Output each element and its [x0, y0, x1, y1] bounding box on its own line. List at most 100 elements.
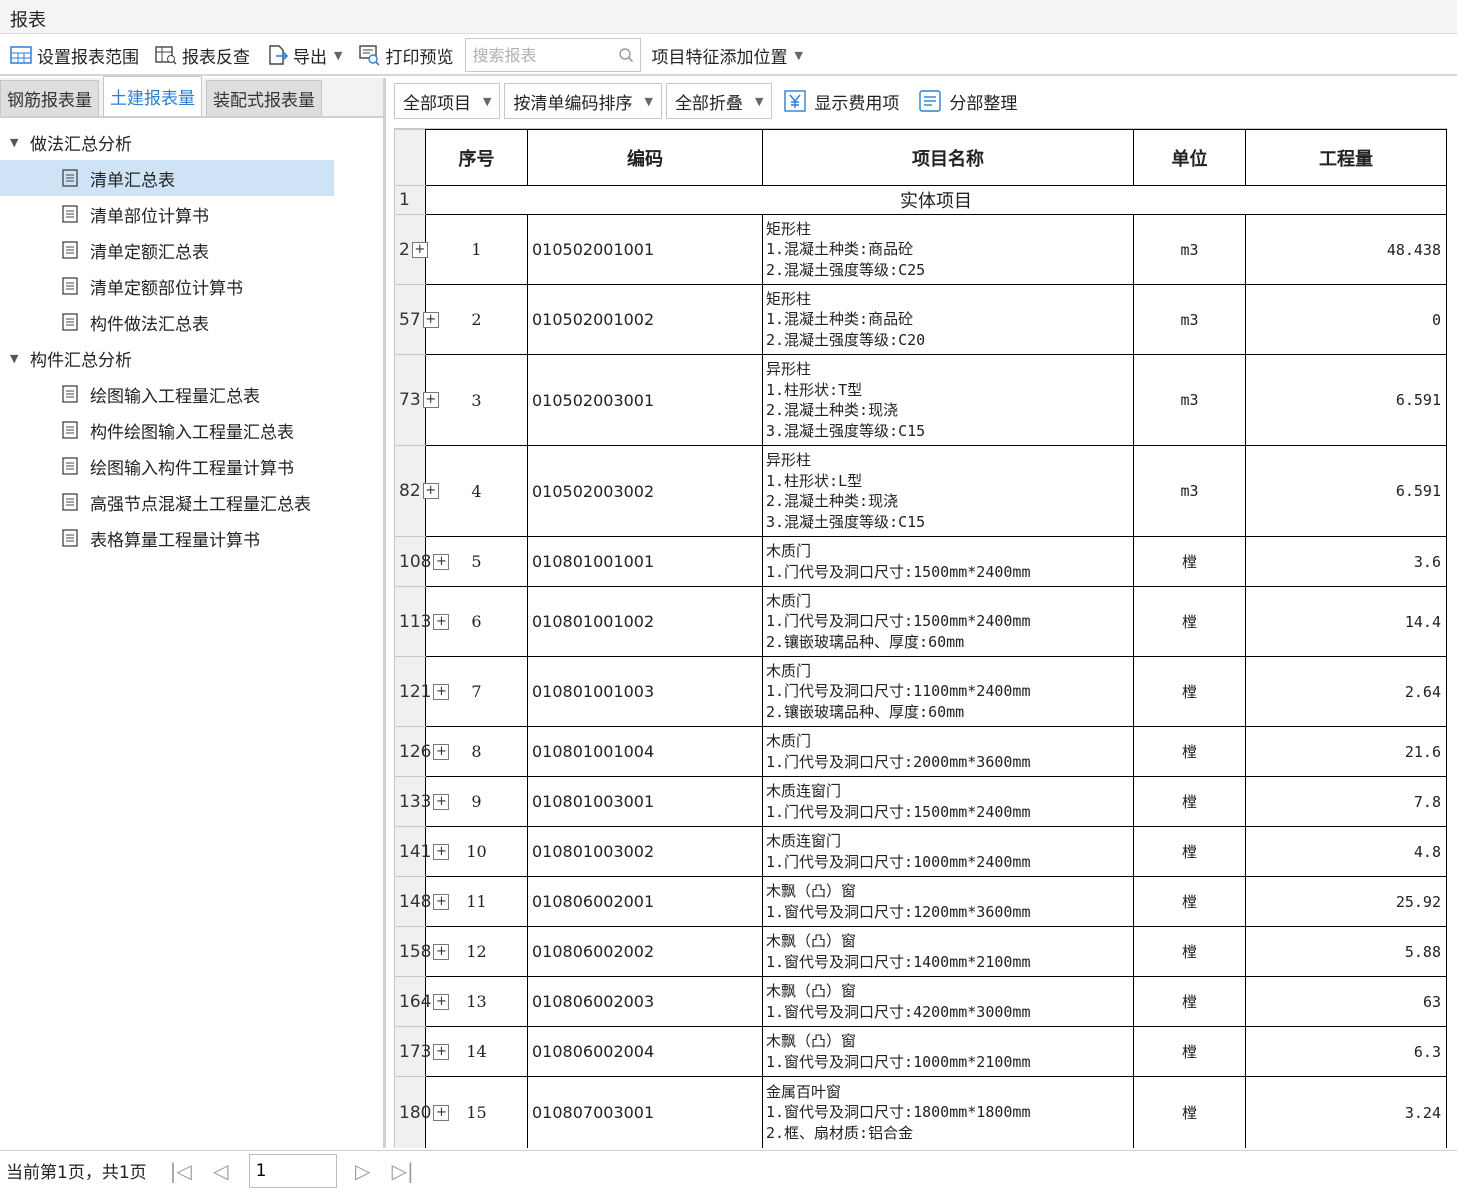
feature-position-dropdown[interactable]: 项目特征添加位置 ▼ [645, 39, 808, 71]
tab-rebar-report[interactable]: 钢筋报表量 [0, 80, 99, 116]
expand-icon[interactable]: + [433, 793, 450, 810]
name-cell: 异形柱 1.柱形状:T型 2.混凝土种类:现浇 3.混凝土强度等级:C15 [762, 354, 1134, 446]
pagination-bar: 当前第1页，共1页 |◁ ◁ ▷ ▷| [0, 1150, 1457, 1190]
table-row[interactable]: 2 +1 010502001001 矩形柱 1.混凝土种类:商品砼 2.混凝土强度等级… [394, 214, 1447, 285]
document-icon [62, 241, 78, 259]
table-row[interactable]: 133 +9 010801003001 木质连窗门 1.门代号及洞口尺寸:1500mm… [394, 776, 1447, 827]
last-page-icon[interactable]: ▷| [383, 1159, 423, 1183]
expand-icon[interactable]: + [422, 392, 439, 408]
unit-cell: 樘 [1133, 976, 1246, 1027]
table-row[interactable]: 158 +12 010806002002 木飘（凸）窗 1.窗代号及洞口尺寸:1400… [394, 926, 1447, 977]
tree-item-high-strength-node-summary[interactable]: 高强节点混凝土工程量汇总表 [0, 484, 334, 520]
tree-item-bill-summary[interactable]: 清单汇总表 [0, 160, 334, 196]
table-search-icon [155, 46, 177, 65]
first-page-icon[interactable]: |◁ [161, 1159, 201, 1183]
table-row[interactable]: 141 +10 010801003002 木质连窗门 1.门代号及洞口尺寸:1000m… [394, 826, 1447, 877]
tree-item-component-drawing-summary[interactable]: 构件绘图输入工程量汇总表 [0, 412, 334, 448]
row-number: 57 [399, 309, 421, 330]
section-row[interactable]: 1 实体项目 [394, 185, 1447, 215]
report-search-input[interactable] [472, 45, 603, 65]
unit-cell: 樘 [1133, 726, 1246, 777]
table-row[interactable]: 164 +13 010806002003 木飘（凸）窗 1.窗代号及洞口尺寸:4200… [394, 976, 1447, 1027]
col-header-name[interactable]: 项目名称 [762, 129, 1134, 186]
table-row[interactable]: 113 +6 010801001002 木质门 1.门代号及洞口尺寸:1500mm*2… [394, 586, 1447, 657]
expand-icon[interactable]: + [433, 683, 450, 700]
tree-item-label: 清单汇总表 [90, 170, 175, 191]
quantity-cell: 25.92 [1245, 876, 1447, 927]
table-row[interactable]: 148 +11 010806002001 木飘（凸）窗 1.窗代号及洞口尺寸:1200… [394, 876, 1447, 927]
table-row[interactable]: 121 +7 010801001003 木质门 1.门代号及洞口尺寸:1100mm*2… [394, 656, 1447, 727]
tree-group-component-summary[interactable]: ▼ 构件汇总分析 [0, 340, 383, 376]
table-row[interactable]: 173 +14 010806002004 木飘（凸）窗 1.窗代号及洞口尺寸:1000… [394, 1026, 1447, 1077]
row-number: 148 [399, 891, 432, 912]
col-header-seq[interactable]: 序号 [425, 129, 528, 186]
tree-item-bill-quota-location-calc[interactable]: 清单定额部位计算书 [0, 268, 334, 304]
sort-dropdown[interactable]: 按清单编码排序 ▼ [504, 83, 662, 119]
tree-item-drawing-input-summary[interactable]: 绘图输入工程量汇总表 [0, 376, 334, 412]
window-title: 报表 [0, 0, 1457, 34]
quantity-cell: 6.591 [1245, 445, 1447, 537]
chevron-down-icon: ▼ [644, 94, 653, 108]
expand-icon[interactable]: + [433, 993, 450, 1010]
tab-civil-report[interactable]: 土建报表量 [103, 76, 202, 116]
section-arrange-button[interactable]: 分部整理 [911, 83, 1025, 119]
expand-icon[interactable]: + [433, 743, 450, 760]
expand-icon[interactable]: + [433, 1104, 450, 1121]
table-row[interactable]: 82 +4 010502003002 异形柱 1.柱形状:L型 2.混凝土种类:现浇 … [394, 445, 1447, 537]
table-row[interactable]: 73 +3 010502003001 异形柱 1.柱形状:T型 2.混凝土种类:现浇 … [394, 354, 1447, 446]
expand-icon[interactable]: + [433, 613, 450, 630]
quantity-cell: 5.88 [1245, 926, 1447, 977]
expand-icon[interactable]: + [433, 1043, 450, 1060]
show-fee-items-button[interactable]: 显示费用项 [776, 83, 907, 119]
set-report-range-label: 设置报表范围 [37, 47, 139, 68]
unit-cell: 樘 [1133, 1076, 1246, 1148]
expand-icon[interactable]: + [433, 893, 450, 910]
code-cell: 010806002003 [527, 976, 763, 1027]
col-header-unit[interactable]: 单位 [1133, 129, 1246, 186]
quantity-cell: 48.438 [1245, 214, 1447, 285]
table-row[interactable]: 126 +8 010801001004 木质门 1.门代号及洞口尺寸:2000mm*3… [394, 726, 1447, 777]
expand-icon[interactable]: + [422, 311, 439, 328]
row-number: 73 [399, 390, 421, 410]
expand-icon[interactable]: + [411, 241, 428, 258]
row-number-cell: 173 + [394, 1026, 450, 1077]
table-row[interactable]: 180 +15 010807003001 金属百叶窗 1.窗代号及洞口尺寸:1800m… [394, 1076, 1447, 1148]
quantity-cell: 0 [1245, 284, 1447, 355]
table-row[interactable]: 57 +2 010502001002 矩形柱 1.混凝土种类:商品砼 2.混凝土强度等… [394, 284, 1447, 355]
prev-page-icon[interactable]: ◁ [201, 1159, 241, 1183]
chevron-down-icon: ▼ [794, 48, 803, 62]
collapse-arrow-icon[interactable]: ▼ [10, 352, 30, 365]
quantity-cell: 63 [1245, 976, 1447, 1027]
col-header-code[interactable]: 编码 [527, 129, 763, 186]
report-reverse-check-button[interactable]: 报表反查 [149, 39, 256, 71]
expand-icon[interactable]: + [433, 843, 450, 860]
unit-cell: 樘 [1133, 776, 1246, 827]
seq-cell: 3 [425, 354, 528, 446]
row-number-cell: 2 + [394, 214, 428, 285]
print-preview-label: 打印预览 [385, 47, 454, 68]
export-button[interactable]: 导出 ▼ [260, 39, 348, 71]
collapse-dropdown[interactable]: 全部折叠 ▼ [665, 83, 773, 119]
tree-item-bill-location-calc[interactable]: 清单部位计算书 [0, 196, 334, 232]
table-row[interactable]: 108 +5 010801001001 木质门 1.门代号及洞口尺寸:1500mm*2… [394, 536, 1447, 587]
export-label: 导出 [293, 47, 327, 68]
tree-item-drawing-component-calc[interactable]: 绘图输入构件工程量计算书 [0, 448, 334, 484]
search-icon[interactable] [618, 47, 634, 63]
collapse-arrow-icon[interactable]: ▼ [10, 136, 30, 149]
next-page-icon[interactable]: ▷ [343, 1159, 383, 1183]
tree-group-method-summary[interactable]: ▼ 做法汇总分析 [0, 124, 383, 160]
expand-icon[interactable]: + [433, 553, 450, 570]
tab-prefab-report[interactable]: 装配式报表量 [206, 80, 322, 116]
page-number-input[interactable] [248, 1153, 337, 1188]
tree-item-table-quantity-calc[interactable]: 表格算量工程量计算书 [0, 520, 334, 556]
expand-icon[interactable]: + [433, 943, 450, 960]
all-items-dropdown[interactable]: 全部项目 ▼ [394, 83, 501, 119]
expand-icon[interactable]: + [422, 483, 439, 499]
set-report-range-button[interactable]: 设置报表范围 [4, 39, 145, 71]
tree-item-component-method-summary[interactable]: 构件做法汇总表 [0, 304, 334, 340]
col-header-qty[interactable]: 工程量 [1245, 129, 1447, 186]
code-cell: 010806002001 [527, 876, 763, 927]
tree-item-bill-quota-summary[interactable]: 清单定额汇总表 [0, 232, 334, 268]
print-preview-button[interactable]: 打印预览 [352, 39, 459, 71]
row-number: 82 [399, 481, 421, 501]
